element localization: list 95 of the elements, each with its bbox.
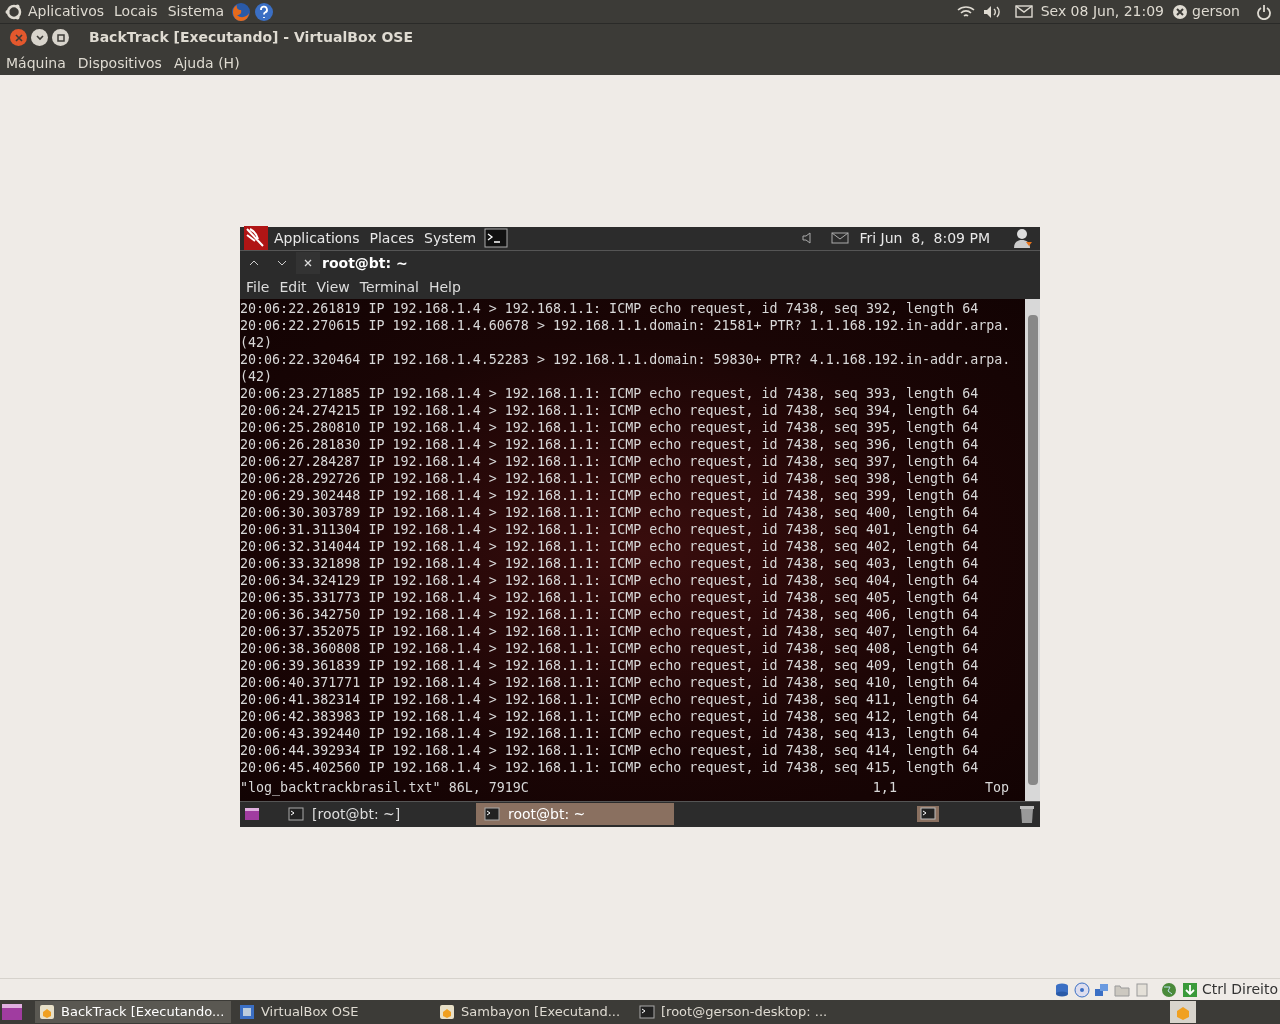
terminal-line: 20:06:37.352075 IP 192.168.1.4 > 192.168.1.1: ICMP echo request, id 7438, seq 407, length 64 [240,622,980,640]
browser-icon[interactable] [230,0,253,23]
taskbar-button[interactable]: root@bt: ~ [476,803,674,825]
speaker-icon[interactable] [801,231,814,245]
menu-item[interactable]: Ajuda (H) [173,52,240,74]
terminal-line: 20:06:39.361839 IP 192.168.1.4 > 192.168.1.1: ICMP echo request, id 7438, seq 409, length 64 [240,656,980,674]
clock[interactable]: Sex 08 Jun, 21:09 [1040,1,1164,22]
scroll-position: Top [984,778,1009,796]
menu-item[interactable]: Aplicativos [28,1,105,22]
network-icon[interactable] [1093,981,1110,998]
menu-item[interactable]: Help [428,276,461,298]
terminal-icon[interactable] [916,805,940,823]
terminal-line: 20:06:33.321898 IP 192.168.1.4 > 192.168.1.1: ICMP echo request, id 7438, seq 403, length 64 [240,554,980,572]
terminal-line: 20:06:28.292726 IP 192.168.1.4 > 192.168.1.1: ICMP echo request, id 7438, seq 398, length 64 [240,469,980,487]
menu-item[interactable]: Terminal [359,276,419,298]
terminal-line: 20:06:22.320464 IP 192.168.1.4.52283 > 192.168.1.1.domain: 59830+ PTR? 4.1.168.192.in-addr.arpa. [240,350,1012,368]
terminal-icon [288,807,304,821]
power-icon[interactable] [1256,3,1272,20]
terminal-line: 20:06:22.261819 IP 192.168.1.4 > 192.168.1.1: ICMP echo request, id 7438, seq 392, length 64 [240,299,980,317]
taskbar-button[interactable]: BackTrack [Executando... [35,1001,231,1023]
desktop-icon[interactable] [244,807,260,821]
terminal-line: 20:06:38.360808 IP 192.168.1.4 > 192.168.1.1: ICMP echo request, id 7438, seq 408, length 64 [240,639,980,657]
terminal-line: 20:06:40.371771 IP 192.168.1.4 > 192.168.1.1: ICMP echo request, id 7438, seq 410, length 64 [240,673,980,691]
terminal-line: 20:06:24.274215 IP 192.168.1.4 > 192.168.1.1: ICMP echo request, id 7438, seq 394, length 64 [240,401,980,419]
user-icon[interactable] [1012,227,1034,249]
taskbar-button[interactable]: VirtualBox OSE [235,1001,431,1023]
terminal-line: (42) [240,333,274,351]
maximize-button[interactable] [52,29,69,46]
menu-item[interactable]: Máquina [6,52,66,74]
taskbar-button[interactable]: [root@bt: ~] [280,803,474,825]
menu-item[interactable]: View [316,276,350,298]
window-title: BackTrack [Executando] - VirtualBox OSE [89,28,413,47]
menu-item[interactable]: Dispositivos [77,52,162,74]
chevron-down-icon [277,260,287,266]
scrollbar-thumb[interactable] [1027,314,1038,785]
menu-item[interactable]: Edit [279,276,307,298]
host-key-label: Ctrl Direito [1201,980,1278,999]
user-status-icon[interactable] [1172,3,1188,20]
terminal-line: 20:06:42.383983 IP 192.168.1.4 > 192.168.1.1: ICMP echo request, id 7438, seq 412, length 64 [240,707,980,725]
terminal-line: 20:06:22.270615 IP 192.168.1.4.60678 > 192.168.1.1.domain: 21581+ PTR? 1.1.168.192.in-addr.arpa. [240,316,1012,334]
terminal-line: 20:06:36.342750 IP 192.168.1.4 > 192.168.1.1: ICMP echo request, id 7438, seq 406, length 64 [240,605,980,623]
terminal-line: 20:06:26.281830 IP 192.168.1.4 > 192.168.1.1: ICMP echo request, id 7438, seq 396, length 64 [240,435,980,453]
cube-icon [39,1004,55,1020]
close-button[interactable] [296,252,320,274]
menu-item[interactable]: System [424,227,477,249]
download-icon[interactable] [1181,981,1198,998]
window-icon [239,1004,255,1020]
close-icon [14,33,23,42]
terminal-line: 20:06:41.382314 IP 192.168.1.4 > 192.168.1.1: ICMP echo request, id 7438, seq 411, length 64 [240,690,980,708]
chevron-up-icon [249,260,259,266]
terminal-line: 20:06:32.314044 IP 192.168.1.4 > 192.168.1.1: ICMP echo request, id 7438, seq 402, length 64 [240,537,980,555]
terminal-icon [484,807,500,821]
terminal-line: 20:06:27.284287 IP 192.168.1.4 > 192.168.1.1: ICMP echo request, id 7438, seq 397, length 64 [240,452,980,470]
status-text: "log_backtrackbrasil.txt" 86L, 7919C [240,778,529,796]
terminal-line: 20:06:30.303789 IP 192.168.1.4 > 192.168.1.1: ICMP echo request, id 7438, seq 400, length 64 [240,503,980,521]
desktop-icon[interactable] [1,1003,23,1021]
help-icon[interactable] [254,1,275,22]
menu-item[interactable]: Sistema [167,1,225,22]
cd-icon[interactable] [1073,981,1090,998]
taskbar-button[interactable]: [root@gerson-desktop: ... [635,1001,831,1023]
minimize-button[interactable] [31,29,48,46]
taskbar-button[interactable]: Sambayon [Executand... [435,1001,631,1023]
disk-icon[interactable] [1053,981,1070,998]
terminal-line: 20:06:34.324129 IP 192.168.1.4 > 192.168.1.1: ICMP echo request, id 7438, seq 404, length 64 [240,571,980,589]
close-icon [304,259,312,267]
clock[interactable]: Fri Jun 8, 8:09 PM [859,227,990,249]
trash-icon[interactable] [1018,804,1036,824]
terminal-line: 20:06:25.280810 IP 192.168.1.4 > 192.168.1.1: ICMP echo request, id 7438, seq 395, length 64 [240,418,980,436]
window-title: root@bt: ~ [322,253,408,273]
menu-item[interactable]: File [246,276,270,298]
square-icon [56,33,65,42]
globe-icon[interactable] [1159,981,1178,998]
mail-icon[interactable] [831,232,850,244]
menu-item[interactable]: Applications [274,227,360,249]
terminal-line: 20:06:31.311304 IP 192.168.1.4 > 192.168.1.1: ICMP echo request, id 7438, seq 401, length 64 [240,520,980,538]
scrollbar[interactable] [1025,298,1040,801]
terminal-line: 20:06:35.331773 IP 192.168.1.4 > 192.168.1.1: ICMP echo request, id 7438, seq 405, length 64 [240,588,980,606]
terminal-icon [639,1004,655,1020]
terminal-line: 20:06:45.402560 IP 192.168.1.4 > 192.168.1.1: ICMP echo request, id 7438, seq 415, length 64 [240,758,980,776]
terminal-line: (42) [240,367,274,385]
menu-item[interactable]: Locais [114,1,158,22]
terminal-line: 20:06:23.271885 IP 192.168.1.4 > 192.168.1.1: ICMP echo request, id 7438, seq 393, length 64 [240,384,980,402]
chevron-down-icon [35,34,44,41]
user-name[interactable]: gerson [1192,1,1240,22]
mail-icon[interactable] [1014,5,1033,18]
terminal-icon[interactable] [484,228,509,248]
terminal-line: 20:06:29.302448 IP 192.168.1.4 > 192.168.1.1: ICMP echo request, id 7438, seq 399, length 64 [240,486,980,504]
cursor-position: 1,1 [872,778,897,796]
menu-item[interactable]: Places [369,227,415,249]
terminal-line: 20:06:44.392934 IP 192.168.1.4 > 192.168.1.1: ICMP echo request, id 7438, seq 414, length 64 [240,741,980,759]
dragon-logo-icon[interactable] [244,226,268,250]
volume-icon[interactable] [982,4,1003,19]
cube-icon [439,1004,455,1020]
wifi-icon[interactable] [956,4,975,19]
terminal-line: 20:06:43.392440 IP 192.168.1.4 > 192.168.1.1: ICMP echo request, id 7438, seq 413, length 64 [240,724,980,742]
